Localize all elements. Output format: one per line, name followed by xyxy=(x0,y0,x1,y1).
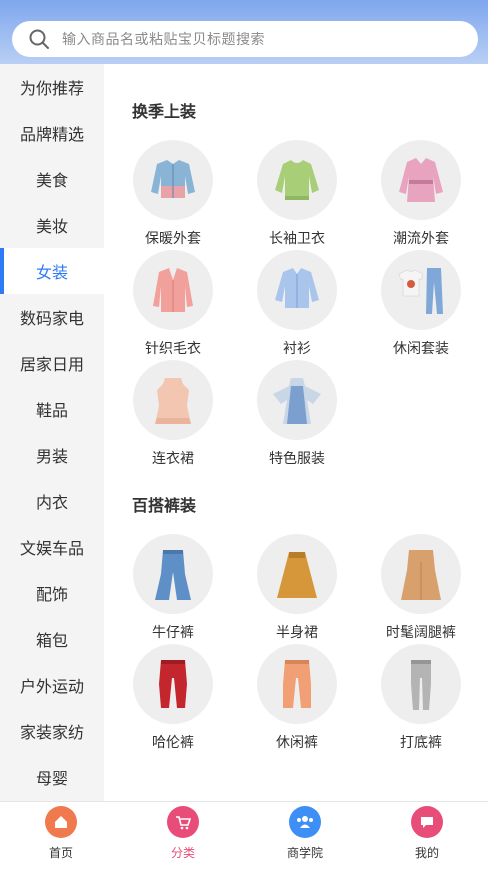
category-label: 时髦阔腿裤 xyxy=(386,625,456,641)
category-label: 休闲套装 xyxy=(393,341,449,357)
category-label: 哈伦裤 xyxy=(152,735,194,751)
sidebar-item-entertainment[interactable]: 文娱车品 xyxy=(0,524,104,570)
sidebar-item-mens[interactable]: 男装 xyxy=(0,432,104,478)
sidebar-item-shoes[interactable]: 鞋品 xyxy=(0,386,104,432)
category-cell[interactable]: 特色服装 xyxy=(242,360,352,468)
search-icon xyxy=(29,29,49,49)
section-title-tops: 换季上装 xyxy=(132,102,197,121)
mustard-skirt-icon xyxy=(257,534,337,614)
sidebar-item-beauty[interactable]: 美妆 xyxy=(0,202,104,248)
category-cell[interactable]: 长袖卫衣 xyxy=(242,140,352,248)
bottom-tab-bar: 首页 分类 商学院 我的 xyxy=(0,801,488,874)
top-header: 输入商品名或粘贴宝贝标题搜索 xyxy=(0,0,488,64)
category-label: 潮流外套 xyxy=(393,231,449,247)
category-content: 换季上装 保暖外套 长袖卫衣 潮流外套 针织毛衣 衬衫 休闲套装 连衣裙 特色服… xyxy=(104,64,488,801)
pink-cardigan-icon xyxy=(133,250,213,330)
denim-jacket-icon xyxy=(133,140,213,220)
cart-icon xyxy=(167,806,199,838)
home-icon xyxy=(45,806,77,838)
lace-dress-icon xyxy=(133,360,213,440)
people-icon xyxy=(289,806,321,838)
tab-category[interactable]: 分类 xyxy=(122,802,244,874)
sidebar-item-food[interactable]: 美食 xyxy=(0,156,104,202)
category-label: 牛仔裤 xyxy=(152,625,194,641)
category-cell[interactable]: 哈伦裤 xyxy=(118,644,228,752)
tab-label: 首页 xyxy=(48,846,73,860)
pink-trench-coat-icon xyxy=(381,140,461,220)
flare-jeans-icon xyxy=(133,534,213,614)
tab-academy[interactable]: 商学院 xyxy=(244,802,366,874)
category-label: 连衣裙 xyxy=(152,451,194,467)
category-cell[interactable]: 半身裙 xyxy=(242,534,352,642)
tab-label: 商学院 xyxy=(286,846,323,860)
category-cell[interactable]: 休闲套装 xyxy=(366,250,476,358)
category-label: 针织毛衣 xyxy=(145,341,201,357)
sidebar-item-outdoor[interactable]: 户外运动 xyxy=(0,662,104,708)
sidebar-item-brands[interactable]: 品牌精选 xyxy=(0,110,104,156)
category-sidebar: 为你推荐 品牌精选 美食 美妆 女装 数码家电 居家日用 鞋品 男装 内衣 文娱… xyxy=(0,64,104,801)
sidebar-item-womens[interactable]: 女装 xyxy=(0,248,104,294)
category-cell[interactable]: 休闲裤 xyxy=(242,644,352,752)
category-label: 特色服装 xyxy=(269,451,325,467)
orange-pants-icon xyxy=(257,644,337,724)
category-cell[interactable]: 牛仔裤 xyxy=(118,534,228,642)
category-label: 保暖外套 xyxy=(145,231,201,247)
category-cell[interactable]: 针织毛衣 xyxy=(118,250,228,358)
sidebar-item-baby[interactable]: 母婴 xyxy=(0,754,104,800)
tab-mine[interactable]: 我的 xyxy=(366,802,488,874)
chat-bubble-icon xyxy=(411,806,443,838)
red-joggers-icon xyxy=(133,644,213,724)
blue-shirt-icon xyxy=(257,250,337,330)
category-cell[interactable]: 潮流外套 xyxy=(366,140,476,248)
search-input[interactable]: 输入商品名或粘贴宝贝标题搜索 xyxy=(62,29,265,49)
tab-home[interactable]: 首页 xyxy=(0,802,122,874)
sidebar-item-furnishing[interactable]: 家装家纺 xyxy=(0,708,104,754)
wide-leg-pants-icon xyxy=(381,534,461,614)
category-label: 衬衫 xyxy=(283,341,311,357)
sidebar-item-underwear[interactable]: 内衣 xyxy=(0,478,104,524)
search-bar[interactable]: 输入商品名或粘贴宝贝标题搜索 xyxy=(12,21,478,57)
tab-label: 分类 xyxy=(170,846,195,860)
category-label: 打底裤 xyxy=(400,735,442,751)
sidebar-item-recommend[interactable]: 为你推荐 xyxy=(0,64,104,110)
category-label: 半身裙 xyxy=(276,625,318,641)
hanfu-dress-icon xyxy=(257,360,337,440)
tee-and-jeans-icon xyxy=(381,250,461,330)
sidebar-item-home[interactable]: 居家日用 xyxy=(0,340,104,386)
sidebar-item-accessories[interactable]: 配饰 xyxy=(0,570,104,616)
category-cell[interactable]: 保暖外套 xyxy=(118,140,228,248)
category-cell[interactable]: 时髦阔腿裤 xyxy=(366,534,476,642)
category-label: 休闲裤 xyxy=(276,735,318,751)
green-sweatshirt-icon xyxy=(257,140,337,220)
section-title-pants: 百搭裤装 xyxy=(132,496,197,515)
category-label: 长袖卫衣 xyxy=(269,231,325,247)
gray-leggings-icon xyxy=(381,644,461,724)
sidebar-item-bags[interactable]: 箱包 xyxy=(0,616,104,662)
category-cell[interactable]: 连衣裙 xyxy=(118,360,228,468)
category-cell[interactable]: 衬衫 xyxy=(242,250,352,358)
tab-label: 我的 xyxy=(414,846,439,860)
category-cell[interactable]: 打底裤 xyxy=(366,644,476,752)
sidebar-item-digital[interactable]: 数码家电 xyxy=(0,294,104,340)
